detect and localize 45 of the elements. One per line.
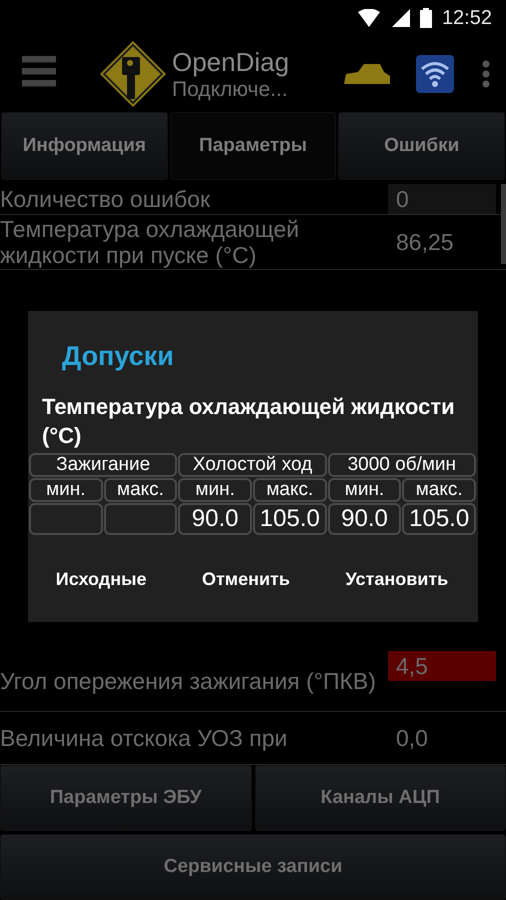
parameter-value: 0,0 [395,724,429,753]
key-logo-icon [100,41,166,107]
battery-icon [420,8,432,28]
adapter-wifi-icon[interactable] [416,55,454,93]
tab[interactable]: Параметры [170,112,336,180]
dialog-title: Допуски [62,341,174,372]
parameter-title: Температура охлаждающей жидкости (°C) [42,393,456,450]
limit-header: мин. [178,478,252,502]
limit-input[interactable] [104,503,178,535]
limit-input[interactable]: 105.0 [252,503,327,535]
cellular-signal-icon [390,9,410,27]
dialog-button[interactable]: Исходные [50,561,152,598]
parameter-name: Количество ошибок [0,186,212,212]
mode-header: Зажигание [29,453,178,477]
limit-header: макс. [252,478,327,502]
parameter-value: 0 [388,184,496,214]
limit-input[interactable]: 90.0 [328,503,402,535]
mode-header: Холостой ход [178,453,327,477]
limit-input[interactable] [29,503,103,535]
app-title: OpenDiag [172,46,290,78]
limit-input[interactable]: 90.0 [178,503,252,535]
tab[interactable]: Информация [1,112,168,180]
parameter-value: 4,5 [388,651,496,681]
parameter-name: Угол опережения зажигания (°ПКВ) [0,668,377,694]
car-icon[interactable] [344,62,390,86]
limit-header: макс. [104,478,178,502]
limit-header: мин. [29,478,103,502]
clock-time: 12:52 [442,6,492,30]
limit-header: мин. [328,478,402,502]
dialog-button[interactable]: Установить [339,561,454,598]
dialog-button[interactable]: Отменить [196,561,296,598]
parameter-name: Величина отскока УОЗ при [0,725,288,751]
more-options-icon[interactable] [482,60,490,88]
tab[interactable]: Ошибки [338,112,506,180]
wifi-icon [358,9,380,27]
limit-input[interactable]: 105.0 [402,503,476,535]
scrollbar[interactable] [501,184,506,264]
limit-header: макс. [402,478,476,502]
mode-header: 3000 об/мин [328,453,476,477]
nav-button[interactable]: Каналы АЦП [254,765,506,831]
nav-button[interactable]: Сервисные записи [0,834,506,900]
parameter-name: Температура охлаждающей жидкости при пуске (°C) [0,216,300,268]
connection-status: Подключе... [172,78,289,102]
nav-button[interactable]: Параметры ЭБУ [0,765,252,831]
parameter-value: 86,25 [395,228,455,257]
